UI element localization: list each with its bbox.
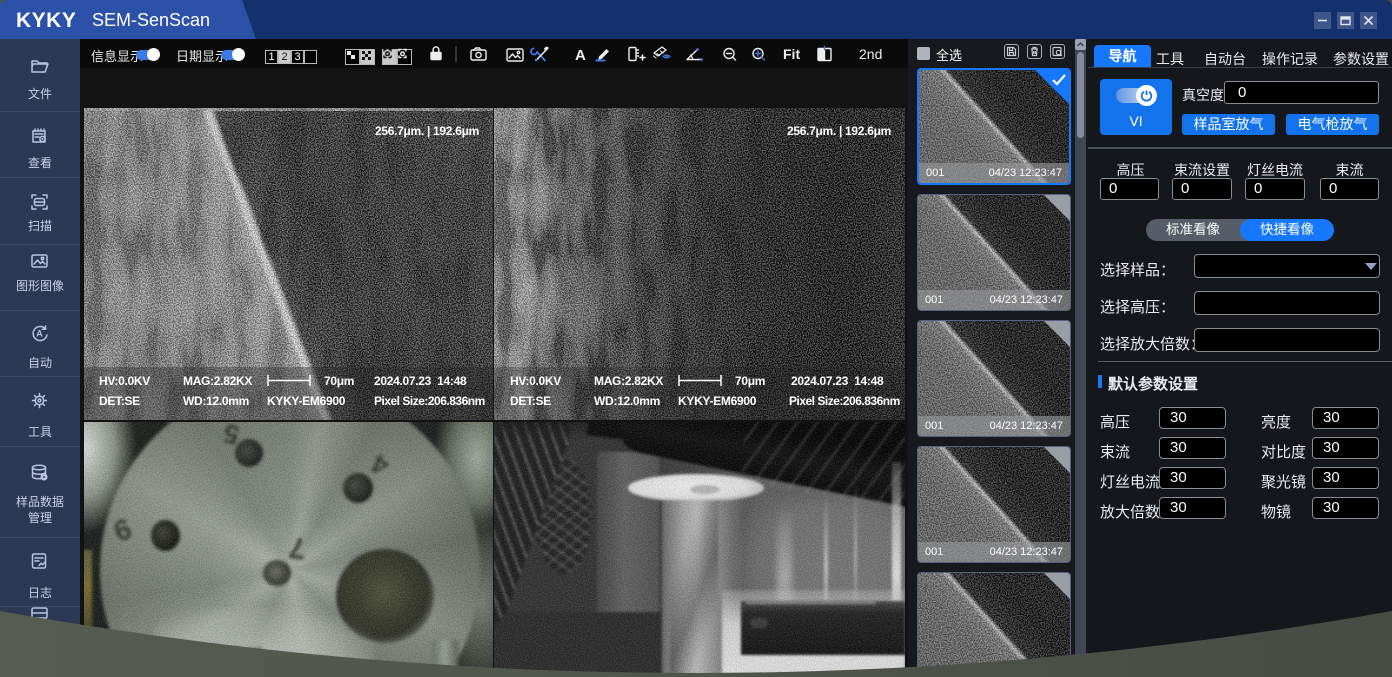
svg-text:2nd: 2nd (859, 46, 882, 62)
svg-text:Fit: Fit (783, 46, 800, 62)
svg-text:A: A (36, 329, 43, 339)
svg-text:A: A (575, 47, 586, 64)
